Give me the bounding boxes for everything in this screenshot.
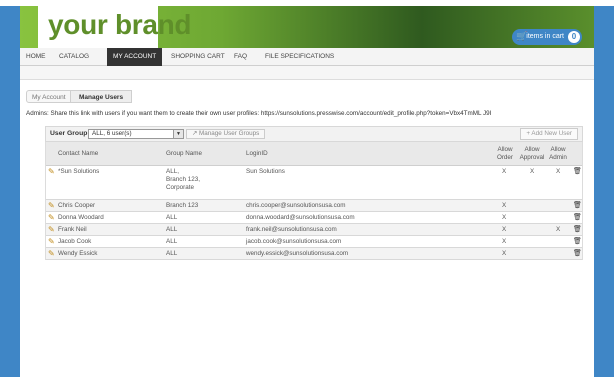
brand-logo[interactable]: your brand: [48, 9, 192, 41]
header-allow-order[interactable]: Allow Order: [493, 146, 517, 162]
table-row[interactable]: ✎ *Sun Solutions ALL, Branch 123, Corpor…: [46, 166, 582, 200]
cell-group-name: Branch 123: [166, 202, 199, 209]
trash-icon[interactable]: 🗑: [573, 238, 582, 246]
edit-icon[interactable]: ✎: [48, 202, 55, 210]
add-new-user-button[interactable]: + Add New User: [520, 128, 578, 140]
edit-icon[interactable]: ✎: [48, 168, 55, 176]
header-allow-admin-line2: Admin: [549, 154, 567, 161]
user-toolbar: User Group: ALL, 6 user(s) ▼ ↗ Manage Us…: [45, 126, 583, 142]
header-group-name[interactable]: Group Name: [166, 142, 202, 166]
cell-group-line: ALL,: [166, 168, 179, 175]
table-row[interactable]: ✎ Chris Cooper Branch 123 chris.cooper@s…: [46, 200, 582, 212]
header-contact-name[interactable]: Contact Name: [58, 142, 98, 166]
cell-allow-order: X: [502, 214, 507, 221]
cart-count-badge: 0: [568, 31, 580, 43]
manage-user-groups-label: Manage User Groups: [199, 130, 260, 137]
pencil-icon: ↗: [192, 130, 198, 137]
breadcrumb-manage-users: Manage Users: [70, 90, 133, 103]
cell-allow-admin: X: [556, 168, 561, 175]
user-group-value: ALL, 6 user(s): [92, 130, 132, 137]
users-table: Contact Name Group Name LoginID Allow Or…: [45, 142, 583, 260]
cell-allow-order: X: [502, 238, 507, 245]
user-group-label: User Group:: [50, 130, 90, 137]
user-group-select[interactable]: ALL, 6 user(s) ▼: [88, 129, 184, 139]
nav-my-account[interactable]: MY ACCOUNT: [107, 48, 163, 66]
cell-allow-approval: X: [530, 168, 535, 175]
left-border: [0, 6, 20, 377]
table-header: Contact Name Group Name LoginID Allow Or…: [46, 142, 582, 166]
trash-icon[interactable]: 🗑: [573, 250, 582, 258]
nav-shopping-cart[interactable]: SHOPPING CART: [171, 48, 225, 66]
sub-bar: [20, 66, 594, 80]
cell-login-id: chris.cooper@sunsolutionsusa.com: [246, 202, 346, 209]
edit-icon[interactable]: ✎: [48, 214, 55, 222]
header-allow-approval-line1: Allow: [524, 146, 540, 153]
main-nav: HOME CATALOG MY ACCOUNT SHOPPING CART FA…: [20, 48, 594, 66]
nav-catalog[interactable]: CATALOG: [59, 48, 89, 66]
cell-group-line: Branch 123,: [166, 176, 200, 183]
cart-button[interactable]: 🛒 items in cart 0: [512, 29, 582, 45]
table-row[interactable]: ✎ Jacob Cook ALL jacob.cook@sunsolutions…: [46, 236, 582, 248]
edit-icon[interactable]: ✎: [48, 226, 55, 234]
cell-login-id: frank.neil@sunsolutionsusa.com: [246, 226, 337, 233]
cell-contact-name: Chris Cooper: [58, 202, 96, 209]
nav-faq[interactable]: FAQ: [234, 48, 247, 66]
cell-allow-order: X: [502, 168, 507, 175]
cell-allow-order: X: [502, 226, 507, 233]
trash-icon[interactable]: 🗑: [573, 168, 582, 176]
cell-contact-name: *Sun Solutions: [58, 168, 100, 175]
right-border: [594, 6, 614, 377]
cell-contact-name: Jacob Cook: [58, 238, 92, 245]
cell-group-name: ALL: [166, 226, 178, 233]
header-allow-approval[interactable]: Allow Approval: [517, 146, 547, 162]
nav-file-specifications[interactable]: FILE SPECIFICATIONS: [265, 48, 334, 66]
edit-icon[interactable]: ✎: [48, 250, 55, 258]
cell-login-id: jacob.cook@sunsolutionsusa.com: [246, 238, 342, 245]
brand-logo-box[interactable]: your brand: [38, 6, 192, 48]
table-row[interactable]: ✎ Donna Woodard ALL donna.woodard@sunsol…: [46, 212, 582, 224]
site-header: your brand 🛒 items in cart 0: [20, 6, 594, 48]
cell-login-id: donna.woodard@sunsolutionsusa.com: [246, 214, 355, 221]
table-row[interactable]: ✎ Frank Neil ALL frank.neil@sunsolutions…: [46, 224, 582, 236]
header-allow-admin-line1: Allow: [550, 146, 566, 153]
cell-group-name: ALL: [166, 250, 178, 257]
shopping-cart-icon: 🛒: [516, 31, 528, 41]
cell-group-name: ALL: [166, 238, 178, 245]
cell-login-id: Sun Solutions: [246, 168, 285, 175]
cell-allow-order: X: [502, 202, 507, 209]
cell-contact-name: Wendy Essick: [58, 250, 98, 257]
table-row[interactable]: ✎ Wendy Essick ALL wendy.essick@sunsolut…: [46, 248, 582, 260]
cell-login-id: wendy.essick@sunsolutionsusa.com: [246, 250, 349, 257]
nav-home[interactable]: HOME: [26, 48, 46, 66]
cell-group-line: Corporate: [166, 184, 195, 191]
header-allow-order-line2: Order: [496, 154, 514, 161]
cell-contact-name: Donna Woodard: [58, 214, 104, 221]
header-allow-admin[interactable]: Allow Admin: [547, 146, 569, 162]
admins-share-link-note: Admins: Share this link with users if yo…: [26, 110, 492, 117]
edit-icon[interactable]: ✎: [48, 238, 55, 246]
trash-icon[interactable]: 🗑: [573, 214, 582, 222]
cart-label: items in cart: [526, 33, 564, 40]
trash-icon[interactable]: 🗑: [573, 202, 582, 210]
header-allow-approval-line2: Approval: [519, 154, 545, 161]
header-allow-order-line1: Allow: [497, 146, 513, 153]
cell-contact-name: Frank Neil: [58, 226, 87, 233]
cell-group-name: ALL: [166, 214, 178, 221]
manage-user-groups-button[interactable]: ↗ Manage User Groups: [186, 129, 266, 139]
chevron-down-icon: ▼: [173, 130, 183, 138]
cell-allow-order: X: [502, 250, 507, 257]
cell-allow-admin: X: [556, 226, 561, 233]
header-login-id[interactable]: LoginID: [246, 142, 268, 166]
cell-group-name: ALL, Branch 123, Corporate: [166, 168, 200, 192]
trash-icon[interactable]: 🗑: [573, 226, 582, 234]
